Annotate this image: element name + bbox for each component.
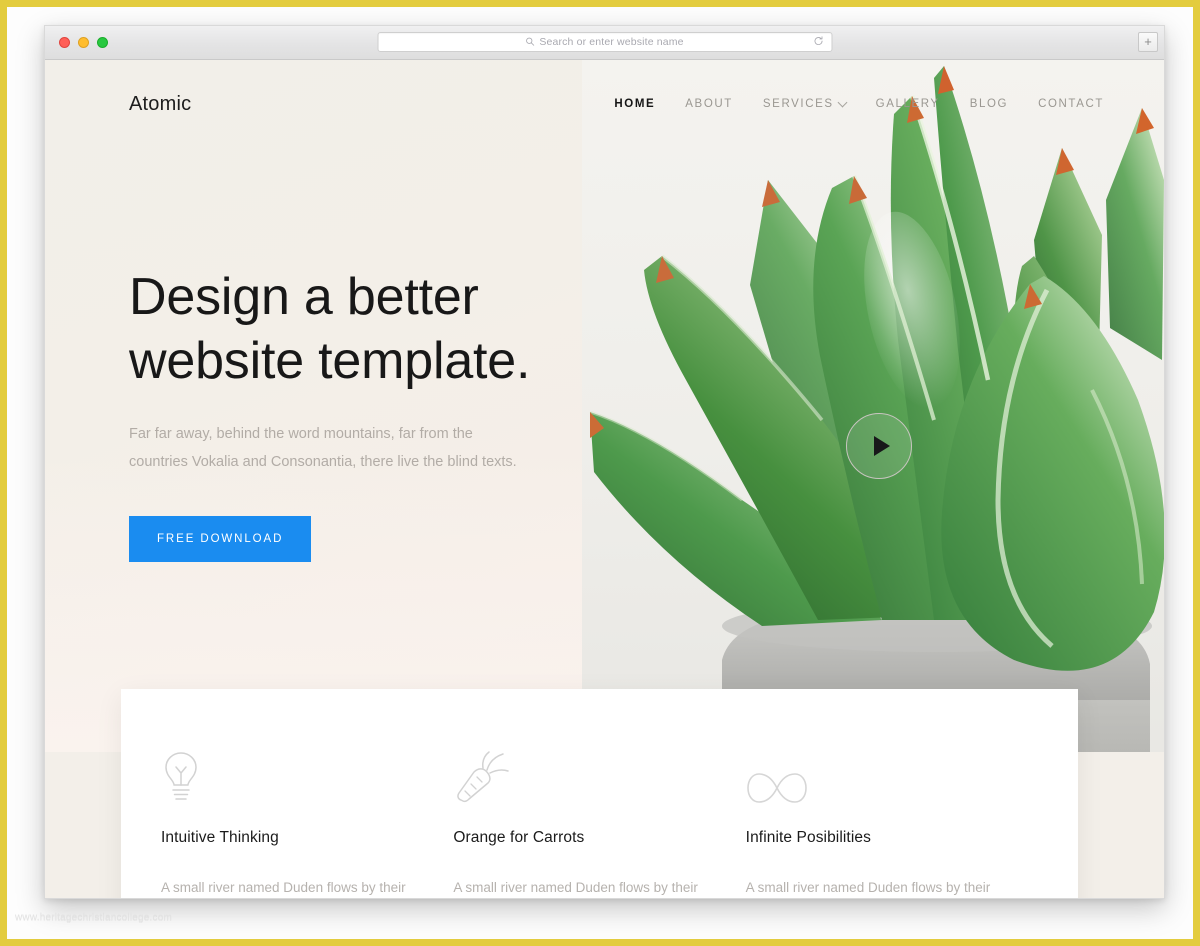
nav-label-contact: CONTACT <box>1038 98 1104 110</box>
feature-description: A small river named Duden flows by their… <box>745 880 991 895</box>
free-download-button[interactable]: FREE DOWNLOAD <box>129 516 312 563</box>
nav-item-home[interactable]: HOME <box>614 98 655 110</box>
features-card: Intuitive Thinking A small river named D… <box>121 689 1078 898</box>
chevron-down-icon <box>837 97 848 107</box>
nav-item-about[interactable]: ABOUT <box>685 98 733 110</box>
nav-item-services[interactable]: SERVICES <box>762 97 848 110</box>
nav-label-blog: BLOG <box>969 98 1009 110</box>
play-icon <box>873 436 890 456</box>
feature-description: A small river named Duden flows by their… <box>453 880 698 895</box>
lightbulb-icon <box>161 743 413 805</box>
feature-description: A small river named Duden flows by their… <box>161 880 406 895</box>
minimize-window-button[interactable] <box>78 37 89 48</box>
nav-item-blog[interactable]: BLOG <box>970 98 1008 110</box>
watermark: www.heritagechristiancollege.com <box>15 912 173 923</box>
feature-item: Orange for Carrots A small river named D… <box>453 743 745 898</box>
browser-window: Search or enter website name + Atomic HO… <box>44 25 1165 899</box>
hero-subtitle: Far far away, behind the word mountains,… <box>129 425 517 471</box>
play-video-button[interactable] <box>846 413 912 479</box>
feature-title: Orange for Carrots <box>453 829 585 846</box>
hero-title: Design a better website template. <box>129 268 531 391</box>
carrot-icon <box>453 743 705 805</box>
main-navigation: HOME ABOUT SERVICES GALLERY BLOG CONTACT <box>614 97 1104 110</box>
nav-label-home: HOME <box>614 98 656 110</box>
hero-content: Design a better website template. Far fa… <box>129 265 649 563</box>
nav-item-contact[interactable]: CONTACT <box>1038 98 1104 110</box>
nav-label-about: ABOUT <box>685 98 733 110</box>
window-controls <box>59 37 108 48</box>
address-bar-placeholder: Search or enter website name <box>539 36 684 48</box>
hero-image <box>582 60 1164 752</box>
nav-label-gallery: GALLERY <box>875 98 940 110</box>
page-frame: Search or enter website name + Atomic HO… <box>0 0 1200 946</box>
nav-label-services: SERVICES <box>762 98 834 110</box>
zoom-window-button[interactable] <box>97 37 108 48</box>
new-tab-button[interactable]: + <box>1138 32 1158 52</box>
infinity-icon <box>746 743 998 805</box>
page-background: Search or enter website name + Atomic HO… <box>7 7 1193 939</box>
close-window-button[interactable] <box>59 37 70 48</box>
address-bar[interactable]: Search or enter website name <box>377 32 832 52</box>
feature-title: Intuitive Thinking <box>161 829 279 846</box>
reload-icon[interactable] <box>813 33 823 51</box>
feature-title: Infinite Posibilities <box>745 829 871 846</box>
feature-item: Intuitive Thinking A small river named D… <box>161 743 453 898</box>
browser-titlebar: Search or enter website name + <box>45 26 1164 60</box>
feature-item: Infinite Posibilities A small river name… <box>745 743 1038 898</box>
site-header: Atomic HOME ABOUT SERVICES GALLERY BLOG … <box>45 60 1164 148</box>
website-viewport: Atomic HOME ABOUT SERVICES GALLERY BLOG … <box>45 60 1164 898</box>
address-bar-content: Search or enter website name <box>525 33 683 51</box>
nav-item-gallery[interactable]: GALLERY <box>876 98 940 110</box>
site-logo[interactable]: Atomic <box>129 93 191 116</box>
search-icon <box>525 33 535 51</box>
